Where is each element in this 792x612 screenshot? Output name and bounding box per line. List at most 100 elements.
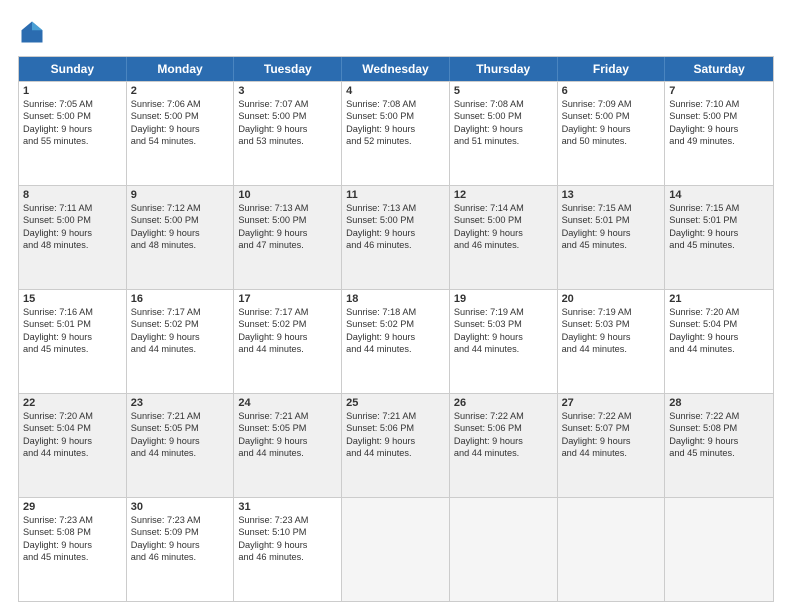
cell-line: Daylight: 9 hours (562, 123, 661, 135)
calendar-week-3: 15Sunrise: 7:16 AMSunset: 5:01 PMDayligh… (19, 289, 773, 393)
cell-line: Daylight: 9 hours (131, 435, 230, 447)
calendar-week-5: 29Sunrise: 7:23 AMSunset: 5:08 PMDayligh… (19, 497, 773, 601)
cal-cell-day-29: 29Sunrise: 7:23 AMSunset: 5:08 PMDayligh… (19, 498, 127, 601)
cell-line: Daylight: 9 hours (562, 435, 661, 447)
day-number: 25 (346, 397, 445, 409)
cell-line: and 44 minutes. (346, 343, 445, 355)
day-number: 22 (23, 397, 122, 409)
cell-line: Daylight: 9 hours (346, 227, 445, 239)
cell-line: and 44 minutes. (238, 447, 337, 459)
day-number: 4 (346, 85, 445, 97)
cal-cell-day-7: 7Sunrise: 7:10 AMSunset: 5:00 PMDaylight… (665, 82, 773, 185)
cell-line: Sunrise: 7:13 AM (238, 202, 337, 214)
cal-cell-day-1: 1Sunrise: 7:05 AMSunset: 5:00 PMDaylight… (19, 82, 127, 185)
cell-line: Daylight: 9 hours (131, 123, 230, 135)
day-number: 21 (669, 293, 769, 305)
cell-line: Daylight: 9 hours (454, 435, 553, 447)
cell-line: and 51 minutes. (454, 135, 553, 147)
cell-line: Sunrise: 7:23 AM (131, 514, 230, 526)
cell-line: and 45 minutes. (23, 343, 122, 355)
cal-cell-day-4: 4Sunrise: 7:08 AMSunset: 5:00 PMDaylight… (342, 82, 450, 185)
day-number: 19 (454, 293, 553, 305)
day-number: 5 (454, 85, 553, 97)
cal-cell-day-18: 18Sunrise: 7:18 AMSunset: 5:02 PMDayligh… (342, 290, 450, 393)
cell-line: Daylight: 9 hours (238, 539, 337, 551)
day-number: 31 (238, 501, 337, 513)
cell-line: Sunset: 5:05 PM (131, 422, 230, 434)
cal-cell-day-20: 20Sunrise: 7:19 AMSunset: 5:03 PMDayligh… (558, 290, 666, 393)
cal-cell-day-24: 24Sunrise: 7:21 AMSunset: 5:05 PMDayligh… (234, 394, 342, 497)
day-number: 7 (669, 85, 769, 97)
cell-line: and 44 minutes. (454, 447, 553, 459)
cal-cell-day-15: 15Sunrise: 7:16 AMSunset: 5:01 PMDayligh… (19, 290, 127, 393)
cell-line: Sunrise: 7:08 AM (346, 98, 445, 110)
cell-line: and 45 minutes. (23, 551, 122, 563)
cal-cell-day-23: 23Sunrise: 7:21 AMSunset: 5:05 PMDayligh… (127, 394, 235, 497)
cal-cell-day-11: 11Sunrise: 7:13 AMSunset: 5:00 PMDayligh… (342, 186, 450, 289)
header-day-thursday: Thursday (450, 57, 558, 81)
day-number: 12 (454, 189, 553, 201)
cal-cell-day-22: 22Sunrise: 7:20 AMSunset: 5:04 PMDayligh… (19, 394, 127, 497)
logo-icon (18, 18, 46, 46)
cell-line: Sunset: 5:07 PM (562, 422, 661, 434)
cell-line: Sunrise: 7:21 AM (131, 410, 230, 422)
cell-line: Daylight: 9 hours (669, 123, 769, 135)
cell-line: and 45 minutes. (669, 239, 769, 251)
cell-line: and 48 minutes. (23, 239, 122, 251)
cal-cell-day-12: 12Sunrise: 7:14 AMSunset: 5:00 PMDayligh… (450, 186, 558, 289)
cell-line: Sunrise: 7:20 AM (23, 410, 122, 422)
cell-line: Daylight: 9 hours (346, 331, 445, 343)
cell-line: Sunrise: 7:17 AM (238, 306, 337, 318)
cal-cell-day-26: 26Sunrise: 7:22 AMSunset: 5:06 PMDayligh… (450, 394, 558, 497)
cell-line: Sunrise: 7:23 AM (23, 514, 122, 526)
cal-cell-empty (342, 498, 450, 601)
cell-line: Sunset: 5:05 PM (238, 422, 337, 434)
day-number: 3 (238, 85, 337, 97)
day-number: 20 (562, 293, 661, 305)
cell-line: Sunset: 5:02 PM (131, 318, 230, 330)
header-day-saturday: Saturday (665, 57, 773, 81)
cell-line: Sunset: 5:01 PM (669, 214, 769, 226)
cal-cell-day-30: 30Sunrise: 7:23 AMSunset: 5:09 PMDayligh… (127, 498, 235, 601)
page: SundayMondayTuesdayWednesdayThursdayFrid… (0, 0, 792, 612)
cell-line: Sunrise: 7:05 AM (23, 98, 122, 110)
cell-line: Sunrise: 7:14 AM (454, 202, 553, 214)
cell-line: and 46 minutes. (131, 551, 230, 563)
cal-cell-day-5: 5Sunrise: 7:08 AMSunset: 5:00 PMDaylight… (450, 82, 558, 185)
cell-line: and 44 minutes. (131, 447, 230, 459)
day-number: 24 (238, 397, 337, 409)
cell-line: Sunrise: 7:19 AM (562, 306, 661, 318)
calendar-body: 1Sunrise: 7:05 AMSunset: 5:00 PMDaylight… (19, 81, 773, 601)
cal-cell-day-9: 9Sunrise: 7:12 AMSunset: 5:00 PMDaylight… (127, 186, 235, 289)
day-number: 8 (23, 189, 122, 201)
cell-line: Daylight: 9 hours (562, 331, 661, 343)
day-number: 26 (454, 397, 553, 409)
cell-line: Sunrise: 7:17 AM (131, 306, 230, 318)
cal-cell-empty (665, 498, 773, 601)
day-number: 27 (562, 397, 661, 409)
cell-line: and 49 minutes. (669, 135, 769, 147)
day-number: 15 (23, 293, 122, 305)
day-number: 29 (23, 501, 122, 513)
cell-line: and 44 minutes. (131, 343, 230, 355)
day-number: 13 (562, 189, 661, 201)
cell-line: Sunrise: 7:07 AM (238, 98, 337, 110)
header (18, 18, 774, 46)
cell-line: Sunset: 5:01 PM (562, 214, 661, 226)
cell-line: Sunset: 5:06 PM (454, 422, 553, 434)
day-number: 30 (131, 501, 230, 513)
cell-line: Sunrise: 7:12 AM (131, 202, 230, 214)
cell-line: and 46 minutes. (454, 239, 553, 251)
cal-cell-day-3: 3Sunrise: 7:07 AMSunset: 5:00 PMDaylight… (234, 82, 342, 185)
header-day-sunday: Sunday (19, 57, 127, 81)
cell-line: Sunset: 5:04 PM (23, 422, 122, 434)
cell-line: Daylight: 9 hours (238, 123, 337, 135)
cell-line: and 44 minutes. (454, 343, 553, 355)
cal-cell-empty (558, 498, 666, 601)
cell-line: Sunrise: 7:13 AM (346, 202, 445, 214)
day-number: 28 (669, 397, 769, 409)
cell-line: and 44 minutes. (562, 343, 661, 355)
cell-line: Sunrise: 7:16 AM (23, 306, 122, 318)
cell-line: and 44 minutes. (669, 343, 769, 355)
cell-line: and 46 minutes. (346, 239, 445, 251)
